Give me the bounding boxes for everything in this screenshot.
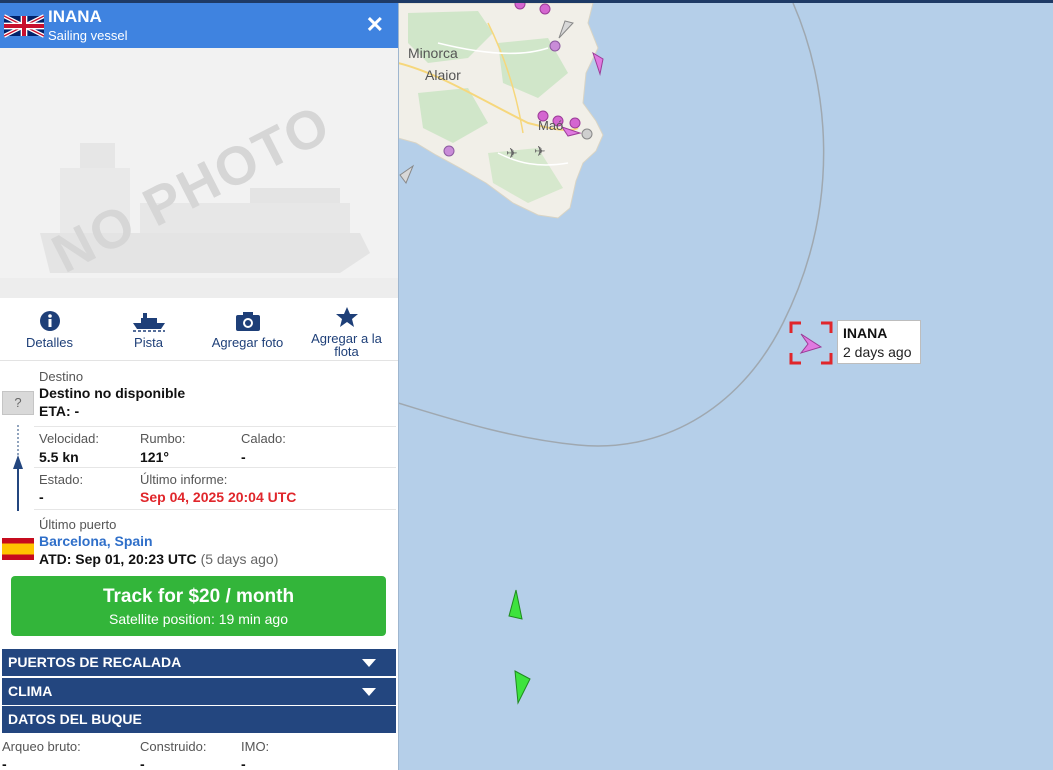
destination-label: Destino xyxy=(39,369,84,384)
spain-flag-icon xyxy=(2,538,34,560)
atd-value: ATD: Sep 01, 20:23 UTC xyxy=(39,551,197,567)
panel-header: INANA Sailing vessel ✕ xyxy=(0,3,398,48)
last-port-label: Último puerto xyxy=(39,517,117,532)
vessel-map-label[interactable]: INANA 2 days ago xyxy=(837,320,921,364)
vessel-info-panel: INANA Sailing vessel ✕ NO PHOTO Detalles… xyxy=(0,3,399,770)
vessel-map-name: INANA xyxy=(843,325,888,341)
map-label-mao: Maó xyxy=(538,118,564,133)
add-to-fleet-label: Agregar a la flota xyxy=(311,331,382,359)
map-label-alaior: Alaior xyxy=(425,67,461,83)
speed-value: 5.5 kn xyxy=(39,449,79,465)
track-subscription-button[interactable]: Track for $20 / month Satellite position… xyxy=(11,576,386,636)
map-canvas: ✈ ✈ xyxy=(398,3,833,705)
status-value: - xyxy=(39,489,44,505)
unknown-destination-flag: ? xyxy=(2,391,34,415)
last-report-value: Sep 04, 2025 20:04 UTC xyxy=(140,489,297,505)
vessel-name: INANA xyxy=(48,7,102,26)
selected-vessel-icon xyxy=(799,333,823,354)
vessel-map-time: 2 days ago xyxy=(843,344,912,360)
destination-value: Destino no disponible xyxy=(39,385,186,401)
track-history-button[interactable]: Pista xyxy=(99,298,198,360)
gross-tonnage-label: Arqueo bruto: xyxy=(2,739,81,754)
section-ship-data-title: DATOS DEL BUQUE xyxy=(8,711,142,727)
draught-value: - xyxy=(241,449,246,465)
draught-label: Calado: xyxy=(241,431,286,446)
voyage-progress-icon xyxy=(13,425,23,511)
built-label: Construido: xyxy=(140,739,207,754)
track-button-title: Track for $20 / month xyxy=(102,586,295,607)
eta-value: ETA: - xyxy=(39,403,80,419)
star-icon xyxy=(335,307,358,327)
divider xyxy=(34,426,396,427)
uk-flag-icon xyxy=(4,14,44,38)
course-label: Rumbo: xyxy=(140,431,186,446)
details-button[interactable]: Detalles xyxy=(0,298,99,360)
map-view[interactable]: ✈ ✈ Minorca Alaior Maó xyxy=(398,3,1053,770)
divider xyxy=(34,509,396,510)
section-weather[interactable]: CLIMA xyxy=(2,678,396,705)
info-icon xyxy=(39,311,60,331)
add-photo-label: Agregar foto xyxy=(211,335,284,350)
chevron-down-icon xyxy=(362,688,376,696)
svg-text:✈: ✈ xyxy=(534,144,546,160)
built-value: - xyxy=(140,756,145,770)
last-report-label: Último informe: xyxy=(140,472,228,487)
vessel-type: Sailing vessel xyxy=(48,28,128,43)
gross-tonnage-value: - xyxy=(2,756,7,770)
section-ports-of-call[interactable]: PUERTOS DE RECALADA xyxy=(2,649,396,676)
divider xyxy=(34,467,396,468)
course-value: 121° xyxy=(140,449,169,465)
section-ship-data[interactable]: DATOS DEL BUQUE xyxy=(2,706,396,733)
imo-label: IMO: xyxy=(241,739,270,754)
speed-label: Velocidad: xyxy=(39,431,99,446)
section-weather-title: CLIMA xyxy=(8,683,53,699)
imo-value: - xyxy=(241,756,246,770)
map-label-minorca: Minorca xyxy=(408,45,458,61)
chevron-down-icon xyxy=(362,659,376,667)
vessel-photo-placeholder: NO PHOTO xyxy=(0,48,398,298)
ship-track-icon xyxy=(132,313,165,332)
details-label: Detalles xyxy=(26,335,73,350)
action-bar: Detalles Pista Agregar foto Agregar a la… xyxy=(0,298,398,361)
add-photo-button[interactable]: Agregar foto xyxy=(198,298,297,360)
add-to-fleet-button[interactable]: Agregar a la flota xyxy=(297,298,396,360)
last-port-link[interactable]: Barcelona, Spain xyxy=(39,533,153,549)
camera-icon xyxy=(235,312,260,331)
atd-ago: (5 days ago) xyxy=(200,551,279,567)
section-ports-title: PUERTOS DE RECALADA xyxy=(8,654,182,670)
close-icon[interactable]: ✕ xyxy=(366,13,384,37)
atd-line: ATD: Sep 01, 20:23 UTC (5 days ago) xyxy=(39,551,278,567)
svg-text:✈: ✈ xyxy=(506,146,518,162)
track-history-label: Pista xyxy=(134,335,163,350)
track-button-subtitle: Satellite position: 19 min ago xyxy=(109,611,288,627)
status-label: Estado: xyxy=(39,472,84,487)
